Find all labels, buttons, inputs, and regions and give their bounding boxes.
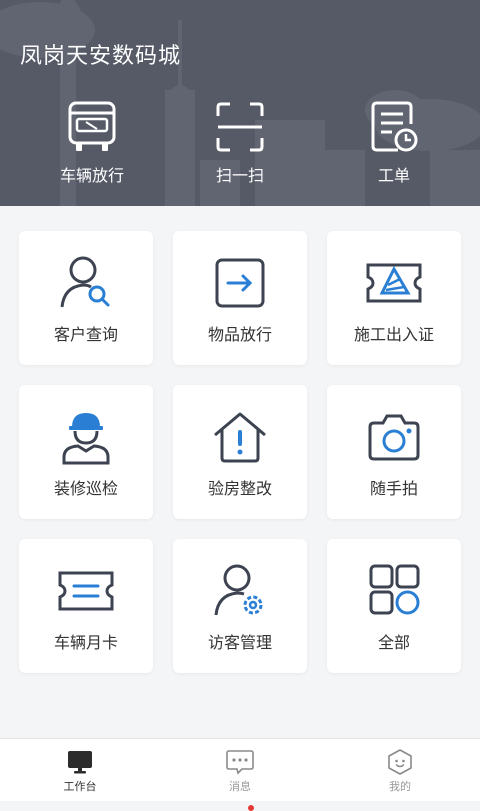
work-order-icon: [371, 101, 418, 152]
message-icon: [226, 750, 254, 775]
camera-icon: [368, 414, 420, 461]
quick-action-work-order[interactable]: 工单: [334, 100, 454, 186]
quick-action-label: 工单: [377, 166, 410, 185]
tab-profile[interactable]: 我的: [360, 749, 440, 794]
grid-item-construction-pass[interactable]: 施工出入证: [327, 231, 461, 365]
item-release-icon: [215, 258, 265, 308]
construction-pass-icon: [366, 263, 422, 303]
workbench-icon: [68, 751, 92, 774]
house-inspection-icon: [214, 412, 266, 463]
grid-item-label: 物品放行: [207, 325, 272, 344]
scan-icon: [216, 102, 264, 152]
unread-badge: [248, 805, 254, 811]
tab-label: 消息: [229, 780, 251, 793]
grid-item-label: 车辆月卡: [53, 633, 118, 652]
renovation-inspection-icon: [62, 413, 110, 465]
grid-item-monthly-card[interactable]: 车辆月卡: [19, 539, 153, 673]
grid-item-all[interactable]: 全部: [327, 539, 461, 673]
grid-item-label: 客户查询: [53, 325, 118, 344]
tab-workbench[interactable]: 工作台: [40, 749, 120, 794]
tab-label: 工作台: [63, 780, 97, 793]
grid-item-label: 施工出入证: [353, 325, 434, 344]
tab-label: 我的: [389, 780, 411, 793]
tab-messages[interactable]: 消息: [200, 749, 280, 811]
visitor-management-icon: [214, 564, 263, 616]
quick-action-label: 扫一扫: [215, 166, 264, 185]
grid-item-item-release[interactable]: 物品放行: [173, 231, 307, 365]
grid-item-renovation-inspection[interactable]: 装修巡检: [19, 385, 153, 519]
customer-search-icon: [60, 256, 110, 308]
profile-icon: [388, 749, 412, 775]
quick-action-scan[interactable]: 扫一扫: [180, 100, 300, 186]
grid-item-label: 验房整改: [207, 479, 272, 498]
quick-action-label: 车辆放行: [59, 166, 124, 185]
bus-icon: [68, 101, 116, 151]
bottom-tab-bar: 工作台 消息 我的: [0, 738, 480, 811]
grid-item-label: 全部: [377, 633, 410, 652]
monthly-card-icon: [58, 571, 114, 611]
header: 凤岗天安数码城 车辆放行 扫一扫 工单: [0, 0, 480, 206]
quick-action-vehicle-release[interactable]: 车辆放行: [32, 100, 152, 186]
grid-item-customer-search[interactable]: 客户查询: [19, 231, 153, 365]
all-apps-icon: [369, 564, 420, 615]
grid-item-label: 随手拍: [369, 479, 418, 498]
grid-item-label: 装修巡检: [53, 479, 118, 498]
grid-item-house-inspection[interactable]: 验房整改: [173, 385, 307, 519]
grid-item-label: 访客管理: [207, 633, 272, 652]
grid-item-camera[interactable]: 随手拍: [327, 385, 461, 519]
grid-item-visitor-management[interactable]: 访客管理: [173, 539, 307, 673]
page-title: 凤岗天安数码城: [20, 44, 182, 69]
